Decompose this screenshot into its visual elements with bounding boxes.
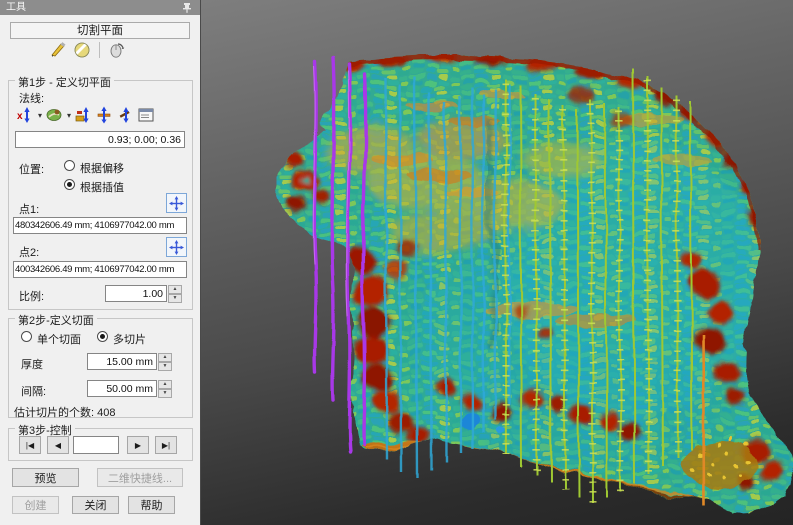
- radio-by-offset-label[interactable]: 根据偏移: [80, 160, 124, 176]
- position-label: 位置:: [19, 161, 44, 177]
- panel-title: 工具: [6, 2, 26, 13]
- slice-index-input[interactable]: [73, 436, 119, 454]
- create-button[interactable]: 创建: [12, 496, 59, 514]
- radio-single-section[interactable]: [21, 331, 32, 342]
- radio-single-section-label[interactable]: 单个切面: [37, 331, 81, 347]
- spin-up-icon[interactable]: ▲: [158, 380, 172, 389]
- tool-header: 切割平面: [10, 22, 190, 39]
- normal-toolbar: x ▾ ▾: [16, 106, 155, 124]
- panel-toolbar: [50, 40, 126, 60]
- normal-x-axis-icon[interactable]: x: [16, 106, 34, 124]
- spin-down-icon[interactable]: ▼: [158, 389, 172, 398]
- normal-edit-icon[interactable]: [74, 106, 92, 124]
- close-button[interactable]: 关闭: [72, 496, 119, 514]
- tools-panel: 工具 切割平面: [0, 0, 201, 525]
- application-window: 工具 切割平面: [0, 0, 793, 525]
- point1-label: 点1:: [19, 201, 39, 217]
- scale-input[interactable]: [105, 285, 167, 302]
- point1-pick-button[interactable]: [166, 193, 187, 213]
- radio-by-interpolation-label[interactable]: 根据插值: [80, 179, 124, 195]
- step3-group: 第3步-控制 |◀ ◀ ▶ ▶|: [8, 428, 193, 461]
- normal-dialog-icon[interactable]: [137, 106, 155, 124]
- point-cloud-model: [241, 30, 793, 525]
- nav-first-button[interactable]: |◀: [19, 436, 41, 454]
- dropdown-caret-icon[interactable]: ▾: [67, 111, 71, 120]
- nav-prev-button[interactable]: ◀: [47, 436, 69, 454]
- shortcut-2d-button[interactable]: 二维快捷线...: [97, 468, 183, 487]
- normal-tilt-icon[interactable]: [116, 106, 134, 124]
- radio-multi-slice[interactable]: [97, 331, 108, 342]
- panel-titlebar[interactable]: 工具: [0, 0, 200, 15]
- spin-up-icon[interactable]: ▲: [158, 353, 172, 362]
- scale-label: 比例:: [19, 288, 44, 304]
- spacing-label: 间隔:: [21, 383, 46, 399]
- spin-down-icon[interactable]: ▼: [158, 362, 172, 371]
- thickness-input[interactable]: [87, 353, 157, 370]
- toolbar-separator: [99, 42, 100, 58]
- radio-by-interpolation[interactable]: [64, 179, 75, 190]
- preview-button[interactable]: 预览: [12, 468, 79, 487]
- normal-vertical-icon[interactable]: [95, 106, 113, 124]
- nav-next-button[interactable]: ▶: [127, 436, 149, 454]
- point-cloud-scene: [201, 0, 793, 525]
- normal-value-input[interactable]: [15, 131, 185, 148]
- radio-by-offset[interactable]: [64, 160, 75, 171]
- move-cross-icon: [169, 196, 184, 211]
- thickness-label: 厚度: [21, 356, 43, 372]
- thickness-spinner[interactable]: ▲ ▼: [158, 353, 172, 370]
- spacing-input[interactable]: [87, 380, 157, 397]
- step1-legend: 第1步 - 定义切平面: [15, 74, 114, 90]
- help-button[interactable]: 帮助: [128, 496, 175, 514]
- slice-count-estimate: 估计切片的个数: 408: [14, 404, 115, 420]
- pin-icon[interactable]: [182, 2, 192, 13]
- scale-spinner[interactable]: ▲ ▼: [168, 285, 182, 302]
- spin-up-icon[interactable]: ▲: [168, 285, 182, 294]
- step2-group: 第2步-定义切面 单个切面 多切片 厚度 ▲ ▼ 间隔: ▲ ▼: [8, 318, 193, 418]
- svg-text:x: x: [17, 111, 23, 122]
- dropdown-caret-icon[interactable]: ▾: [38, 111, 42, 120]
- point2-label: 点2:: [19, 244, 39, 260]
- mouse-rotate-icon[interactable]: [108, 41, 126, 59]
- radio-multi-slice-label[interactable]: 多切片: [113, 331, 146, 347]
- point1-value-input[interactable]: [13, 217, 187, 234]
- spin-down-icon[interactable]: ▼: [168, 294, 182, 303]
- normal-label: 法线:: [19, 90, 44, 106]
- viewport-3d[interactable]: [201, 0, 793, 525]
- point2-value-input[interactable]: [13, 261, 187, 278]
- move-cross-icon: [169, 240, 184, 255]
- point2-pick-button[interactable]: [166, 237, 187, 257]
- ruler-line-orange: [703, 335, 704, 505]
- sphere-icon[interactable]: [73, 41, 91, 59]
- step1-group: 第1步 - 定义切平面 法线: x ▾ ▾: [8, 80, 193, 310]
- nav-last-button[interactable]: ▶|: [155, 436, 177, 454]
- spacing-spinner[interactable]: ▲ ▼: [158, 380, 172, 397]
- step2-legend: 第2步-定义切面: [15, 312, 97, 328]
- normal-view-icon[interactable]: [45, 106, 63, 124]
- edit-plane-icon[interactable]: [50, 41, 68, 59]
